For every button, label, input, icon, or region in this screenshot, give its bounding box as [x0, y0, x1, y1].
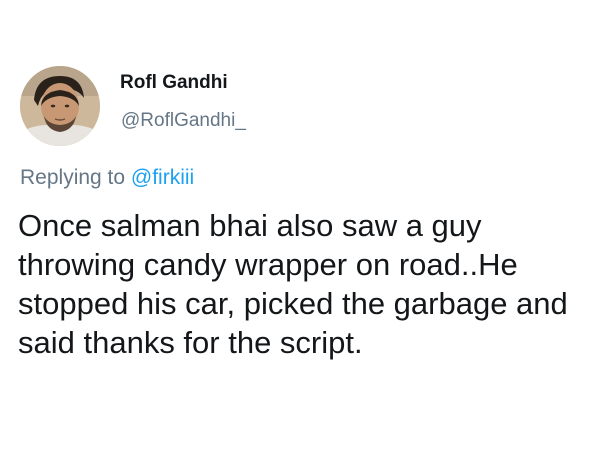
replying-to-label: Replying to [20, 166, 131, 189]
author-display-name[interactable]: Rofl Gandhi [120, 72, 228, 94]
author-avatar[interactable] [20, 66, 100, 146]
reply-mention-link[interactable]: @firkiii [131, 166, 194, 189]
author-handle[interactable]: @RoflGandhi_ [121, 110, 246, 132]
tweet-card: Rofl Gandhi @RoflGandhi_ Replying to @fi… [0, 0, 600, 450]
tweet-body-text: Once salman bhai also saw a guy throwing… [18, 208, 568, 360]
profile-photo-icon [20, 66, 100, 146]
replying-to-line: Replying to @firkiii [20, 166, 194, 190]
